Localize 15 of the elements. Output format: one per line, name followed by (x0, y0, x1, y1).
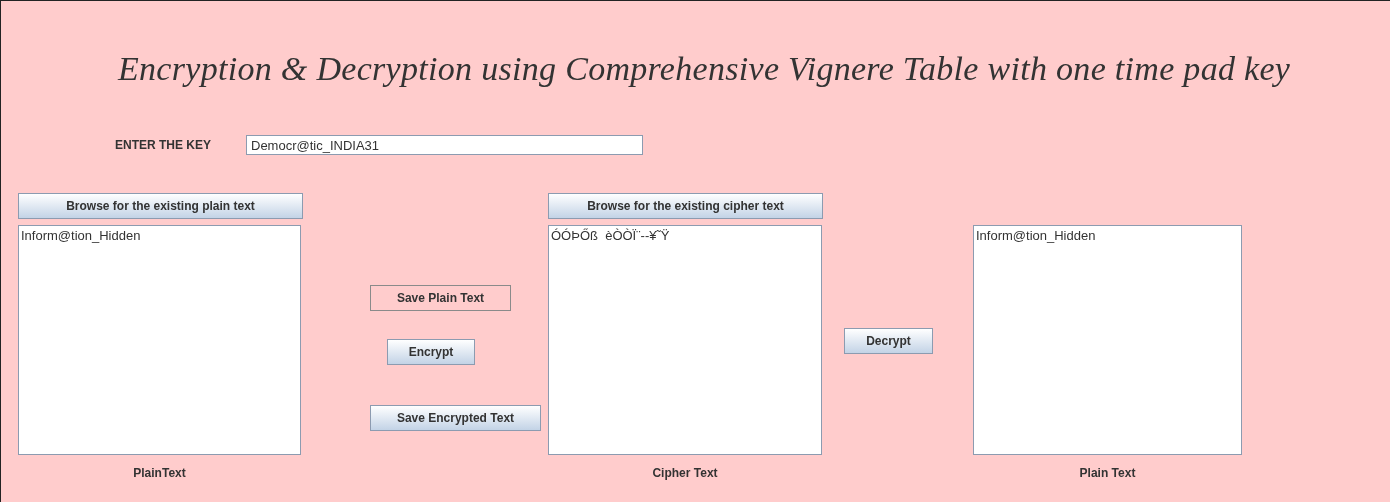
panel-caption: Plain Text (1079, 465, 1136, 482)
key-label: ENTER THE KEY (115, 137, 212, 154)
action-button[interactable]: Decrypt (844, 328, 933, 354)
text-area[interactable]: ÓÓÞŐß èÒÒÏ¨--¥˜Ÿ (548, 225, 822, 455)
action-button[interactable]: Browse for the existing cipher text (548, 193, 823, 219)
action-button[interactable]: Save Encrypted Text (370, 405, 541, 431)
panel-caption: PlainText (133, 465, 186, 482)
key-field[interactable]: Democr@tic_INDIA31 (246, 135, 643, 155)
action-button[interactable]: Browse for the existing plain text (18, 193, 303, 219)
text-area[interactable]: Inform@tion_Hidden (18, 225, 301, 455)
panel-caption: Cipher Text (652, 465, 718, 482)
action-button[interactable]: Encrypt (387, 339, 475, 365)
action-button[interactable]: Save Plain Text (370, 285, 511, 311)
text-area[interactable]: Inform@tion_Hidden (973, 225, 1242, 455)
app-title: Encryption & Decryption using Comprehensive Vignere Table with one time pad key (118, 49, 1292, 89)
